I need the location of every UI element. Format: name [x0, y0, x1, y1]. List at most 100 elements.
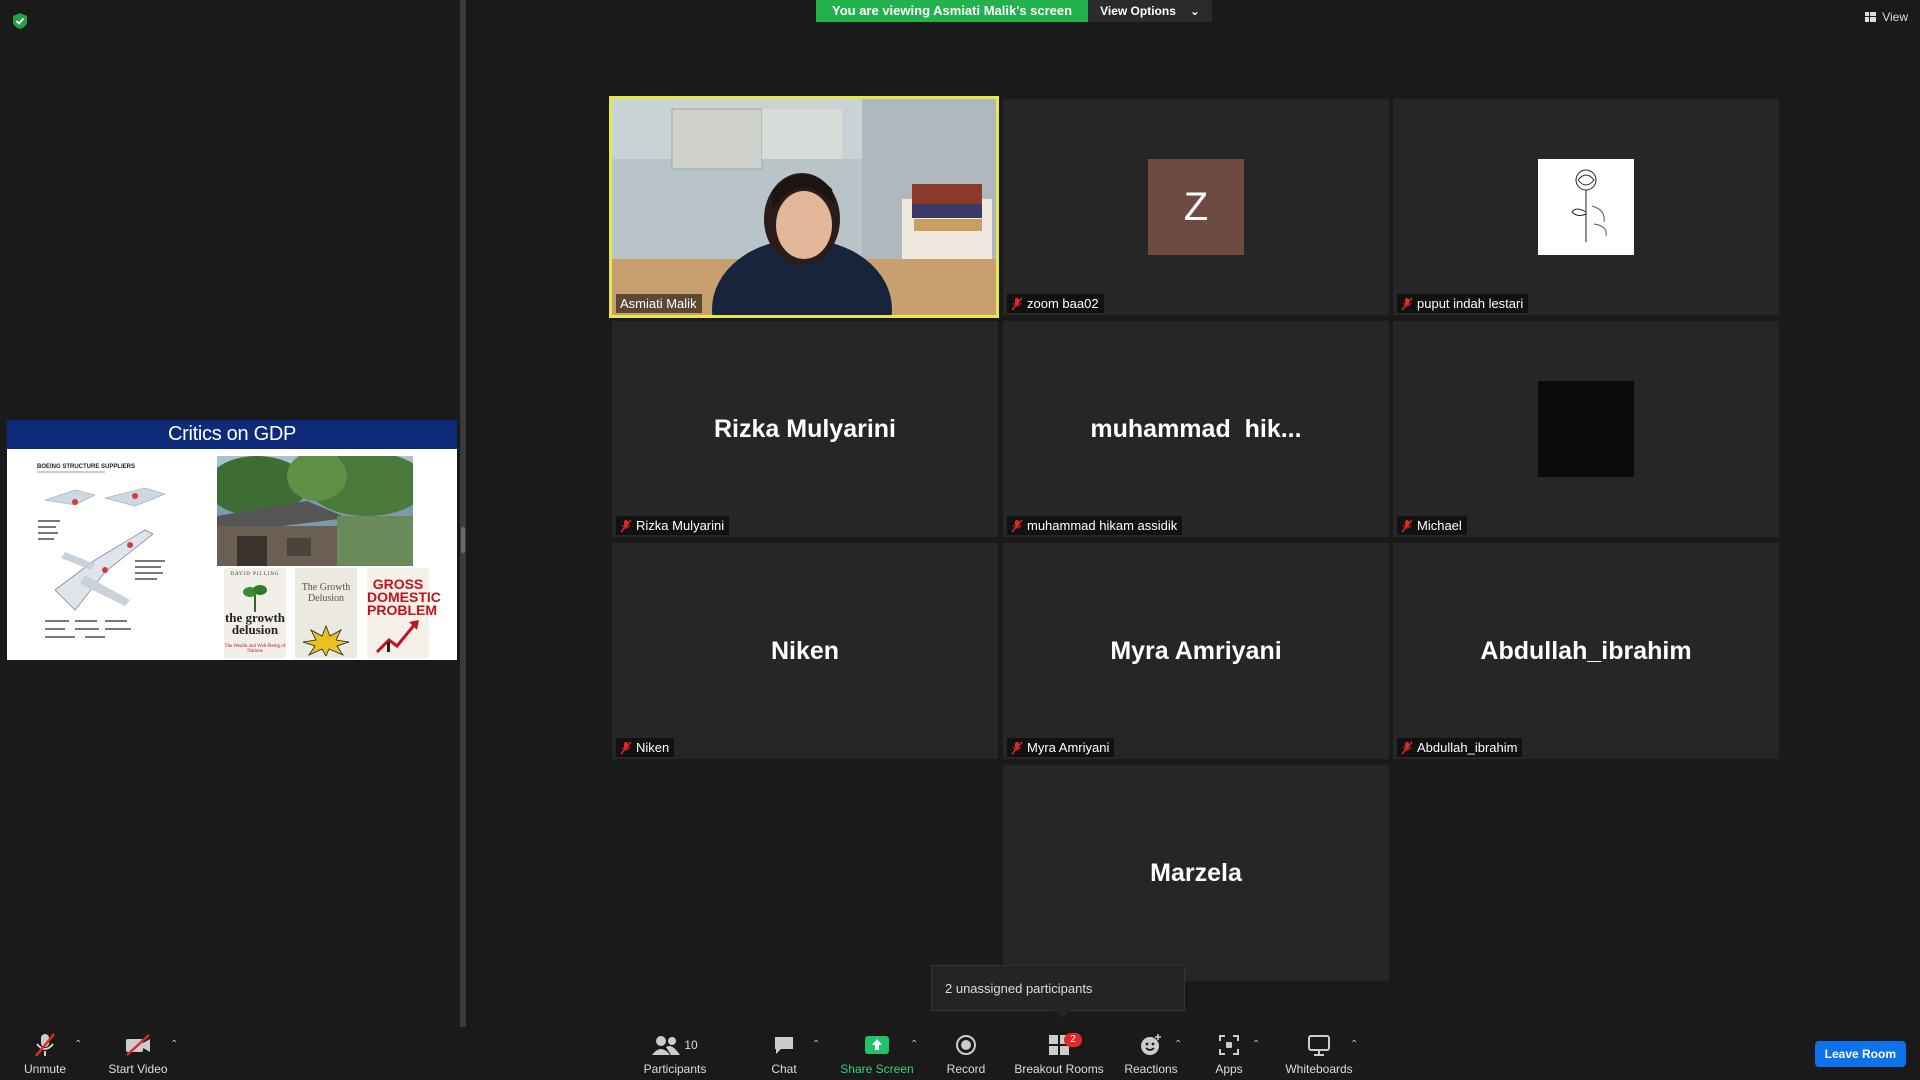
avatar: Z — [1148, 159, 1244, 255]
chat-button[interactable]: Chat — [760, 1032, 808, 1078]
rose-sketch-icon — [1571, 169, 1607, 242]
mic-muted-icon — [620, 519, 632, 532]
whiteboards-button[interactable]: Whiteboards — [1280, 1032, 1358, 1078]
record-button[interactable]: Record — [942, 1032, 990, 1078]
whiteboard-icon — [1308, 1035, 1330, 1056]
whiteboards-options-caret[interactable]: ⌃ — [1350, 1039, 1358, 1050]
participant-tile-niken[interactable]: Niken Niken — [612, 543, 998, 759]
participant-display-name: Niken — [770, 636, 840, 665]
apps-button[interactable]: Apps — [1208, 1032, 1250, 1078]
mic-muted-icon — [1401, 297, 1413, 310]
participant-tile-puput-indah-lestari[interactable]: puput indah lestari — [1393, 99, 1779, 315]
participants-label: Participants — [643, 1062, 707, 1076]
book-cover-growth-delusion-2: The Growth Delusion — [295, 568, 357, 658]
breakout-rooms-label: Breakout Rooms — [1014, 1062, 1104, 1076]
avatar — [1538, 381, 1634, 477]
chevron-down-icon: ⌄ — [1189, 4, 1200, 18]
record-label: Record — [946, 1062, 986, 1076]
participant-tile-marzela[interactable]: Marzela — [1003, 765, 1389, 981]
diagram-heading: BOEING STRUCTURE SUPPLIERS — [37, 464, 135, 470]
record-icon — [956, 1035, 976, 1055]
breakout-badge: 2 — [1064, 1033, 1082, 1047]
shared-screen-pane: Critics on GDP BOEING STRUCTURE SUPPLIER… — [0, 0, 462, 1027]
share-screen-button[interactable]: Share Screen — [838, 1032, 916, 1078]
mic-muted-icon — [35, 1033, 55, 1057]
whiteboards-label: Whiteboards — [1285, 1062, 1353, 1076]
start-video-button[interactable]: Start Video — [104, 1032, 172, 1078]
book1-title: the growth delusion — [224, 610, 286, 637]
participant-name-label: puput indah lestari — [1397, 294, 1529, 313]
view-button-label: View — [1882, 10, 1908, 24]
book2-burst-icon — [302, 624, 350, 656]
avatar — [1538, 159, 1634, 255]
screen-share-banner: You are viewing Asmiati Malik's screen V… — [816, 0, 1212, 22]
grid-view-icon — [1865, 12, 1877, 22]
reactions-button[interactable]: Reactions — [1122, 1032, 1180, 1078]
participant-name-label: zoom baa02 — [1007, 294, 1104, 313]
reactions-options-caret[interactable]: ⌃ — [1174, 1039, 1182, 1050]
participant-tile-asmiati-malik[interactable]: Asmiati Malik — [609, 96, 999, 318]
participant-name: puput indah lestari — [1417, 296, 1524, 311]
participant-name-label: Abdullah_ibrahim — [1397, 738, 1523, 757]
security-shield-icon[interactable] — [12, 12, 28, 30]
unmute-button[interactable]: Unmute — [14, 1032, 76, 1078]
participant-name: Niken — [636, 740, 670, 755]
view-options-button[interactable]: View Options ⌄ — [1088, 0, 1212, 22]
book3-arrow-icon — [375, 620, 419, 654]
chat-icon — [775, 1037, 793, 1054]
book3-title: GROSS DOMESTIC PROBLEM — [367, 576, 441, 618]
mic-muted-icon — [1011, 741, 1023, 754]
book1-author: DAVID PILLING — [230, 572, 280, 577]
viewing-screen-text: You are viewing Asmiati Malik's screen — [816, 0, 1089, 22]
video-off-icon — [126, 1034, 150, 1056]
reactions-icon — [1141, 1034, 1161, 1055]
apps-options-caret[interactable]: ⌃ — [1252, 1039, 1260, 1050]
participant-name-label: Niken — [616, 738, 675, 757]
leave-room-button[interactable]: Leave Room — [1814, 1041, 1906, 1067]
participant-tile-rizka-mulyarini[interactable]: Rizka Mulyarini Rizka Mulyarini — [612, 321, 998, 537]
breakout-rooms-button[interactable]: 2 Breakout Rooms — [1012, 1032, 1106, 1078]
participant-display-name: Abdullah_ibrahim — [1480, 636, 1692, 665]
participants-count: 10 — [684, 1038, 698, 1052]
mic-muted-icon — [1011, 297, 1023, 310]
unmute-label: Unmute — [23, 1062, 67, 1076]
pane-resize-handle[interactable] — [461, 527, 465, 553]
rural-house-photo — [217, 456, 413, 566]
participant-name-label: Michael — [1397, 516, 1467, 535]
participant-tile-michael[interactable]: Michael — [1393, 321, 1779, 537]
view-button[interactable]: View — [1865, 10, 1908, 24]
participant-name: zoom baa02 — [1027, 296, 1099, 311]
participant-video — [612, 99, 996, 315]
participants-button[interactable]: 10 Participants — [640, 1032, 710, 1078]
participant-name: Rizka Mulyarini — [636, 518, 725, 533]
shared-slide: Critics on GDP BOEING STRUCTURE SUPPLIER… — [7, 420, 457, 660]
unassigned-participants-tooltip: 2 unassigned participants — [931, 965, 1185, 1011]
participant-name: Michael — [1417, 518, 1462, 533]
participant-tile-muhammad-hikam-assidik[interactable]: muhammad hik... muhammad hikam assidik — [1003, 321, 1389, 537]
slide-title: Critics on GDP — [7, 420, 457, 449]
chat-options-caret[interactable]: ⌃ — [812, 1039, 820, 1050]
book2-title: The Growth Delusion — [301, 582, 351, 604]
video-options-caret[interactable]: ⌃ — [170, 1039, 178, 1050]
participant-name: Asmiati Malik — [620, 296, 697, 311]
participant-display-name: Marzela — [1150, 858, 1242, 887]
view-options-label: View Options — [1100, 4, 1176, 18]
mic-muted-icon — [1401, 741, 1413, 754]
participant-name-label: Asmiati Malik — [616, 294, 702, 313]
participant-tile-myra-amriyani[interactable]: Myra Amriyani Myra Amriyani — [1003, 543, 1389, 759]
tooltip-arrow — [1054, 1010, 1070, 1018]
chat-label: Chat — [771, 1062, 797, 1076]
audio-options-caret[interactable]: ⌃ — [74, 1039, 82, 1050]
pane-divider[interactable] — [460, 0, 466, 1027]
book-cover-growth-delusion: DAVID PILLING the growth delusion The We… — [224, 568, 286, 658]
participants-icon — [652, 1036, 681, 1055]
meeting-toolbar: Unmute ⌃ Start Video ⌃ 10 Participants C… — [0, 1027, 1920, 1080]
airplane-diagram: BOEING STRUCTURE SUPPLIERS — [37, 464, 166, 638]
participant-name: muhammad hikam assidik — [1027, 518, 1178, 533]
apps-label: Apps — [1215, 1062, 1243, 1076]
apps-icon — [1219, 1035, 1239, 1055]
share-options-caret[interactable]: ⌃ — [910, 1039, 918, 1050]
participant-tile-abdullah-ibrahim[interactable]: Abdullah_ibrahim Abdullah_ibrahim — [1393, 543, 1779, 759]
participant-tile-zoom-baa02[interactable]: Z zoom baa02 — [1003, 99, 1389, 315]
start-video-label: Start Video — [108, 1062, 168, 1076]
